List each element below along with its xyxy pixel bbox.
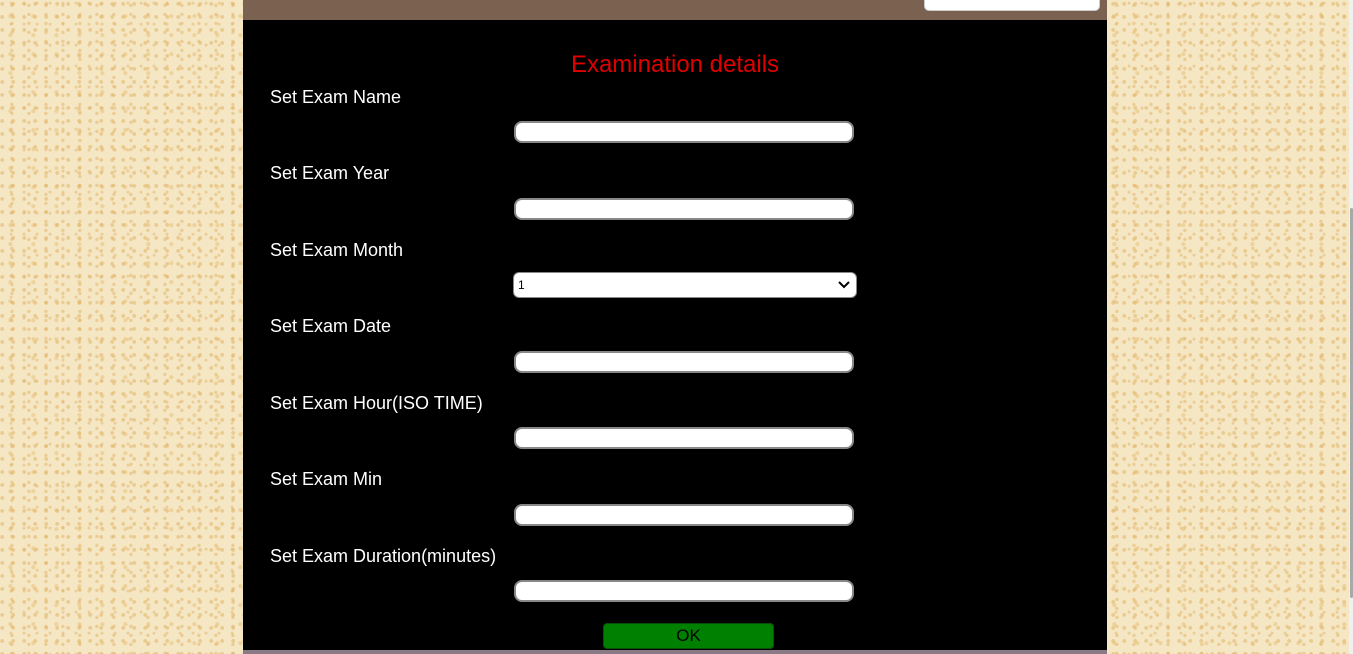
exam-year-label: Set Exam Year <box>270 163 390 183</box>
exam-name-input[interactable] <box>514 121 854 143</box>
chevron-down-icon <box>838 281 850 289</box>
exam-month-select[interactable]: 1 <box>513 272 857 298</box>
footer-bar <box>243 650 1107 654</box>
header-bar <box>243 0 1107 20</box>
exam-month-selected-value: 1 <box>518 278 525 292</box>
exam-min-input[interactable] <box>514 504 854 526</box>
exam-form-panel: Examination details Set Exam Name Set Ex… <box>243 0 1107 654</box>
page-title: Examination details <box>570 51 780 78</box>
header-input-box[interactable] <box>924 0 1100 11</box>
exam-date-label: Set Exam Date <box>270 316 392 336</box>
exam-hour-input[interactable] <box>514 427 854 449</box>
exam-hour-label: Set Exam Hour(ISO TIME) <box>270 393 483 413</box>
exam-duration-input[interactable] <box>514 580 854 602</box>
exam-date-input[interactable] <box>514 351 854 373</box>
exam-month-label: Set Exam Month <box>270 240 404 260</box>
exam-duration-label: Set Exam Duration(minutes) <box>270 546 497 566</box>
exam-year-input[interactable] <box>514 198 854 220</box>
exam-min-label: Set Exam Min <box>270 469 383 489</box>
exam-name-label: Set Exam Name <box>270 87 402 107</box>
ok-button[interactable]: OK <box>603 623 774 649</box>
